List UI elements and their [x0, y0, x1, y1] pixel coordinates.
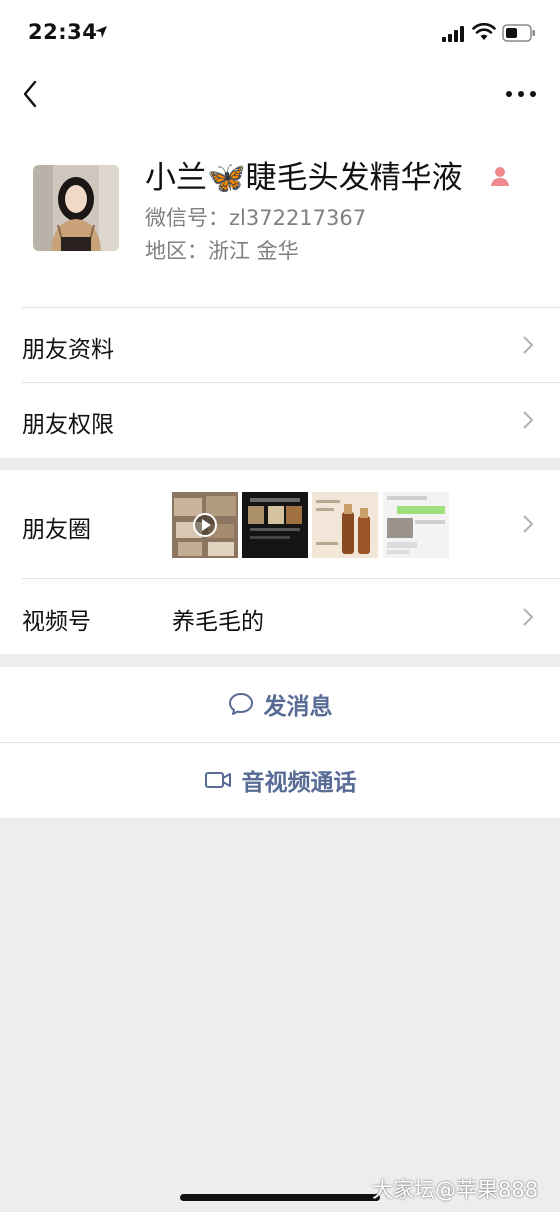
send-message-label: 发消息 [263, 694, 333, 720]
row-channels[interactable]: 视频号 [0, 579, 560, 654]
avatar[interactable] [33, 165, 119, 251]
section-gap [0, 654, 560, 667]
more-button[interactable] [504, 84, 538, 104]
row-friend-info-label: 朋友资料 [22, 337, 114, 363]
more-dots-icon [506, 91, 536, 97]
row-friend-permissions-label: 朋友权限 [22, 412, 114, 438]
region: 地区：浙江 金华 [145, 239, 299, 263]
location-arrow-icon [94, 24, 108, 43]
status-time: 22:34 [28, 20, 98, 44]
chevron-right-icon [522, 514, 534, 538]
back-button[interactable] [18, 78, 46, 110]
chevron-right-icon [522, 335, 534, 359]
home-indicator[interactable] [180, 1194, 380, 1201]
av-call-label: 音视频通话 [241, 770, 357, 796]
video-camera-icon [204, 770, 232, 790]
wechat-id: 微信号：zl372217367 [145, 206, 367, 230]
row-friend-permissions[interactable]: 朋友权限 [0, 383, 560, 458]
row-friend-info[interactable]: 朋友资料 [0, 308, 560, 382]
row-moments-label: 朋友圈 [22, 517, 91, 543]
chevron-left-icon [23, 80, 37, 108]
chevron-right-icon [522, 607, 534, 631]
watermark: 大家坛@苹果888 [372, 1178, 539, 1202]
send-message-button[interactable]: 发消息 [0, 667, 560, 741]
chat-bubble-icon [228, 692, 254, 716]
moments-thumbnail-video[interactable] [172, 492, 238, 558]
contact-name: 小兰🦋睫毛头发精华液 [145, 160, 463, 196]
female-icon [488, 164, 512, 192]
av-call-button[interactable]: 音视频通话 [0, 743, 560, 817]
battery-icon [502, 24, 536, 46]
row-channels-label: 视频号 [22, 609, 91, 635]
channels-name: 养毛毛的 [172, 609, 264, 635]
status-bar: 22:34 [0, 0, 560, 66]
chevron-right-icon [522, 410, 534, 434]
moments-thumbnail[interactable] [312, 492, 378, 558]
moments-thumbnail[interactable] [383, 492, 449, 558]
moments-thumbnail[interactable] [242, 492, 308, 558]
wifi-icon [472, 22, 496, 45]
signal-icon [442, 26, 466, 46]
section-gap [0, 458, 560, 470]
